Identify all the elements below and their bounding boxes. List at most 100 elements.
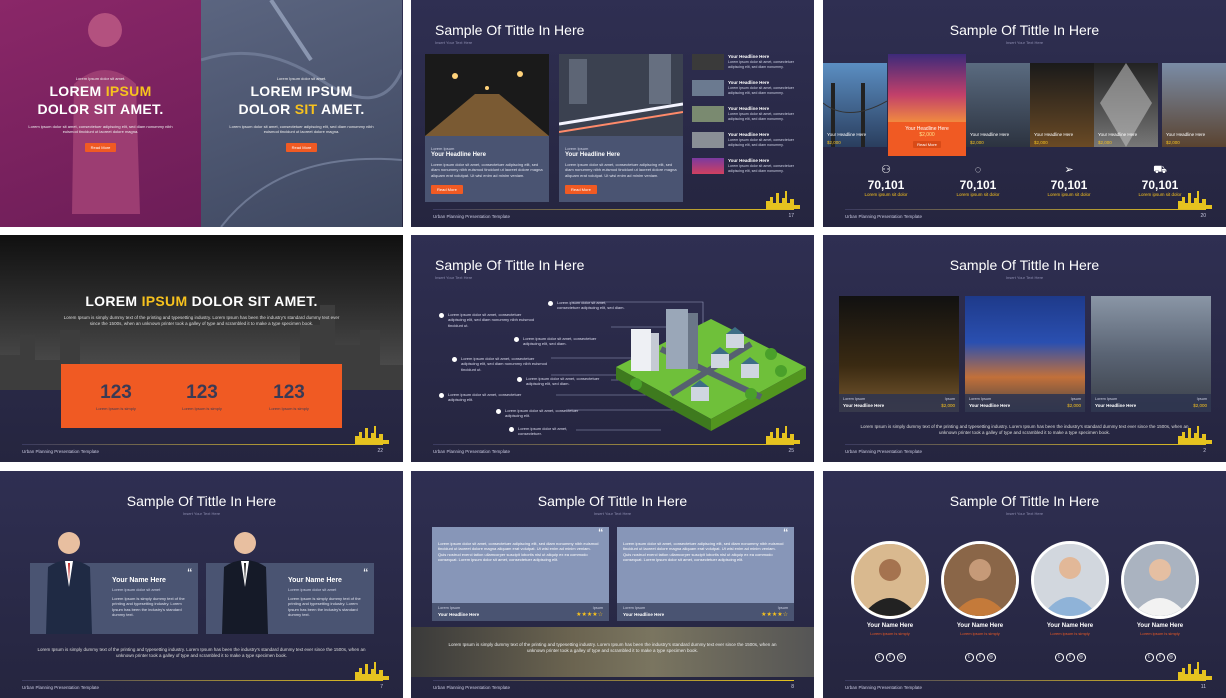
card-caption: Lorem Ipsum Your Headline Here Ipsum $2,000 (965, 394, 1085, 412)
kicker-text: Lorem Ipsum dolor sit amet. (75, 76, 126, 81)
avatar (851, 541, 929, 619)
cell-price: $2,000 (1034, 140, 1048, 145)
slide-thumbnail-7[interactable]: Sample Of Tittle In Here Insert Your Tex… (0, 471, 403, 698)
read-more-button[interactable]: Read More (285, 142, 318, 152)
cell-price: $2,000 (1166, 140, 1180, 145)
twitter-icon[interactable]: t (874, 653, 884, 662)
counter: 123 Lorem Ipsum is simply (155, 382, 249, 411)
facebook-icon[interactable]: f (1155, 653, 1165, 662)
page-number: 7 (380, 684, 383, 690)
slide-thumbnail-8[interactable]: Sample Of Tittle In Here Insert Your Tex… (411, 471, 814, 698)
featured-price: $2,000 (919, 132, 935, 138)
stat-item: ➢ 70,101 Lorem ipsum sit dolor (1029, 165, 1109, 198)
instagram-icon[interactable]: ◎ (1076, 653, 1086, 662)
star-rating: ★★★★☆ (761, 612, 788, 618)
instagram-icon[interactable]: ◎ (1166, 653, 1176, 662)
twitter-icon[interactable]: t (1054, 653, 1064, 662)
list-item: Your Headline Here Lorem ipsum dolor sit … (692, 132, 804, 150)
testimonial-footer: Lorem Ipsum Your Headline Here Ipsum ★★★★☆ (432, 603, 609, 621)
businessman-photo (222, 532, 268, 634)
list-headline: Your Headline Here (728, 80, 770, 85)
hero-body: Lorem ipsum dolor sit amet, consectetuer… (229, 124, 374, 135)
chat-icon: ◌ (974, 164, 982, 176)
slide-body: Lorem Ipsum is simply dummy text of the … (37, 647, 366, 659)
bullet-dot (496, 409, 501, 414)
facebook-icon[interactable]: f (975, 653, 985, 662)
testimonial-card: “ Lorem ipsum dolor sit amet, consectetu… (617, 525, 794, 621)
page-number: 2 (1203, 448, 1206, 454)
member-role: Lorem ipsum is simply (960, 631, 1000, 636)
slide-thumbnail-1[interactable]: Lorem Ipsum dolor sit amet. LOREM IPSUM … (0, 0, 403, 227)
read-more-button[interactable]: Read More (565, 185, 597, 195)
footer-line (22, 680, 383, 681)
list-item: Your Headline Here Lorem ipsum dolor sit … (692, 80, 804, 98)
city-traffic-photo (558, 54, 684, 136)
slide-thumbnail-3[interactable]: Sample Of Tittle In Here Insert Your Tex… (823, 0, 1226, 227)
card-caption: Lorem Ipsum Your Headline Here Ipsum $2,000 (1091, 394, 1211, 412)
stat-number: 70,101 (867, 178, 905, 192)
slide-thumbnail-2[interactable]: Sample Of Tittle In Here Insert Your Tex… (411, 0, 814, 227)
profile-subtitle: Lorem ipsum dolor sit amet (112, 587, 161, 592)
slide-thumbnail-5[interactable]: Sample Of Tittle In Here Insert Your Tex… (411, 235, 814, 462)
quote-icon: “ (363, 565, 368, 581)
footer-text: Urban Planning Presentation Template (845, 449, 922, 454)
member-role: Lorem ipsum is simply (1050, 631, 1090, 636)
footer-line (845, 444, 1206, 445)
footer-line (22, 444, 383, 445)
skyline-icon (1178, 662, 1212, 680)
page-number: 17 (788, 213, 794, 219)
member-role: Lorem ipsum is simply (1140, 631, 1180, 636)
slide-body: Lorem Ipsum is simply dummy text of the … (448, 642, 777, 654)
person-portrait (854, 544, 926, 616)
footer-text: Urban Planning Presentation Template (433, 685, 510, 690)
facebook-icon[interactable]: f (885, 653, 895, 662)
slide-title: Sample Of Tittle In Here (949, 257, 1100, 273)
social-links: t f ◎ (845, 645, 935, 663)
avatar (1121, 541, 1199, 619)
night-street-photo (425, 54, 549, 136)
skyline-icon (766, 191, 800, 209)
profile-text: Lorem Ipsum is simply dummy text of the … (112, 596, 185, 618)
hero-heading: LOREM IPSUM DOLOR SIT AMET. (85, 293, 318, 309)
twitter-icon[interactable]: t (964, 653, 974, 662)
quote-icon: “ (598, 525, 603, 541)
list-text: Lorem ipsum dolor sit amet, consectetuer… (728, 112, 794, 121)
counter: 123 Lorem Ipsum is simply (242, 382, 336, 411)
article-card: Lorem Ipsum Your Headline Here Lorem ips… (425, 54, 549, 202)
hero-panel-left: Lorem Ipsum dolor sit amet. LOREM IPSUM … (0, 0, 201, 227)
hero-heading: LOREM IPSUM DOLOR SIT AMET. (37, 83, 164, 117)
kicker-text: Lorem Ipsum dolor sit amet. (276, 76, 327, 81)
read-more-button[interactable]: Read More (431, 185, 463, 195)
read-more-button[interactable]: Read More (913, 141, 941, 148)
footer-text: Urban Planning Presentation Template (845, 214, 922, 219)
slide-subtitle: Insert Your Text Here (1005, 511, 1044, 516)
businessman-photo (46, 532, 92, 634)
slide-thumbnail-4[interactable]: LOREM IPSUM DOLOR SIT AMET. Lorem Ipsum … (0, 235, 403, 462)
cell-headline: Your Headline Here (1034, 132, 1074, 137)
slide-thumbnail-9[interactable]: Sample Of Tittle In Here Insert Your Tex… (823, 471, 1226, 698)
card-label: Lorem Ipsum (565, 146, 589, 151)
list-text: Lorem ipsum dolor sit amet, consectetuer… (728, 138, 794, 147)
bullet-item: Lorem ipsum dolor sit amet, consectetuer… (496, 408, 585, 419)
slide-subtitle: Insert Your Text Here (593, 511, 632, 516)
counter-number: 123 (273, 382, 305, 403)
photo-card: Lorem Ipsum Your Headline Here Ipsum $2,000 (965, 296, 1085, 412)
read-more-button[interactable]: Read More (84, 142, 117, 152)
cell-headline: Your Headline Here (1166, 132, 1206, 137)
facebook-icon[interactable]: f (1065, 653, 1075, 662)
thumbnail (692, 54, 724, 70)
slide-thumbnail-6[interactable]: Sample Of Tittle In Here Insert Your Tex… (823, 235, 1226, 462)
instagram-icon[interactable]: ◎ (986, 653, 996, 662)
counter-label: Lorem Ipsum is simply (96, 406, 136, 411)
slide-title: Sample Of Tittle In Here (126, 493, 277, 509)
thumbnail (692, 80, 724, 96)
twitter-icon[interactable]: t (1144, 653, 1154, 662)
list-text: Lorem ipsum dolor sit amet, consectetuer… (728, 60, 794, 69)
card-headline: Your Headline Here (431, 152, 486, 158)
sunset-photo (888, 54, 966, 122)
footer-line (433, 209, 794, 210)
instagram-icon[interactable]: ◎ (896, 653, 906, 662)
thumbnail (692, 106, 724, 122)
list-headline: Your Headline Here (728, 132, 770, 137)
profile-name: Your Name Here (288, 577, 342, 584)
